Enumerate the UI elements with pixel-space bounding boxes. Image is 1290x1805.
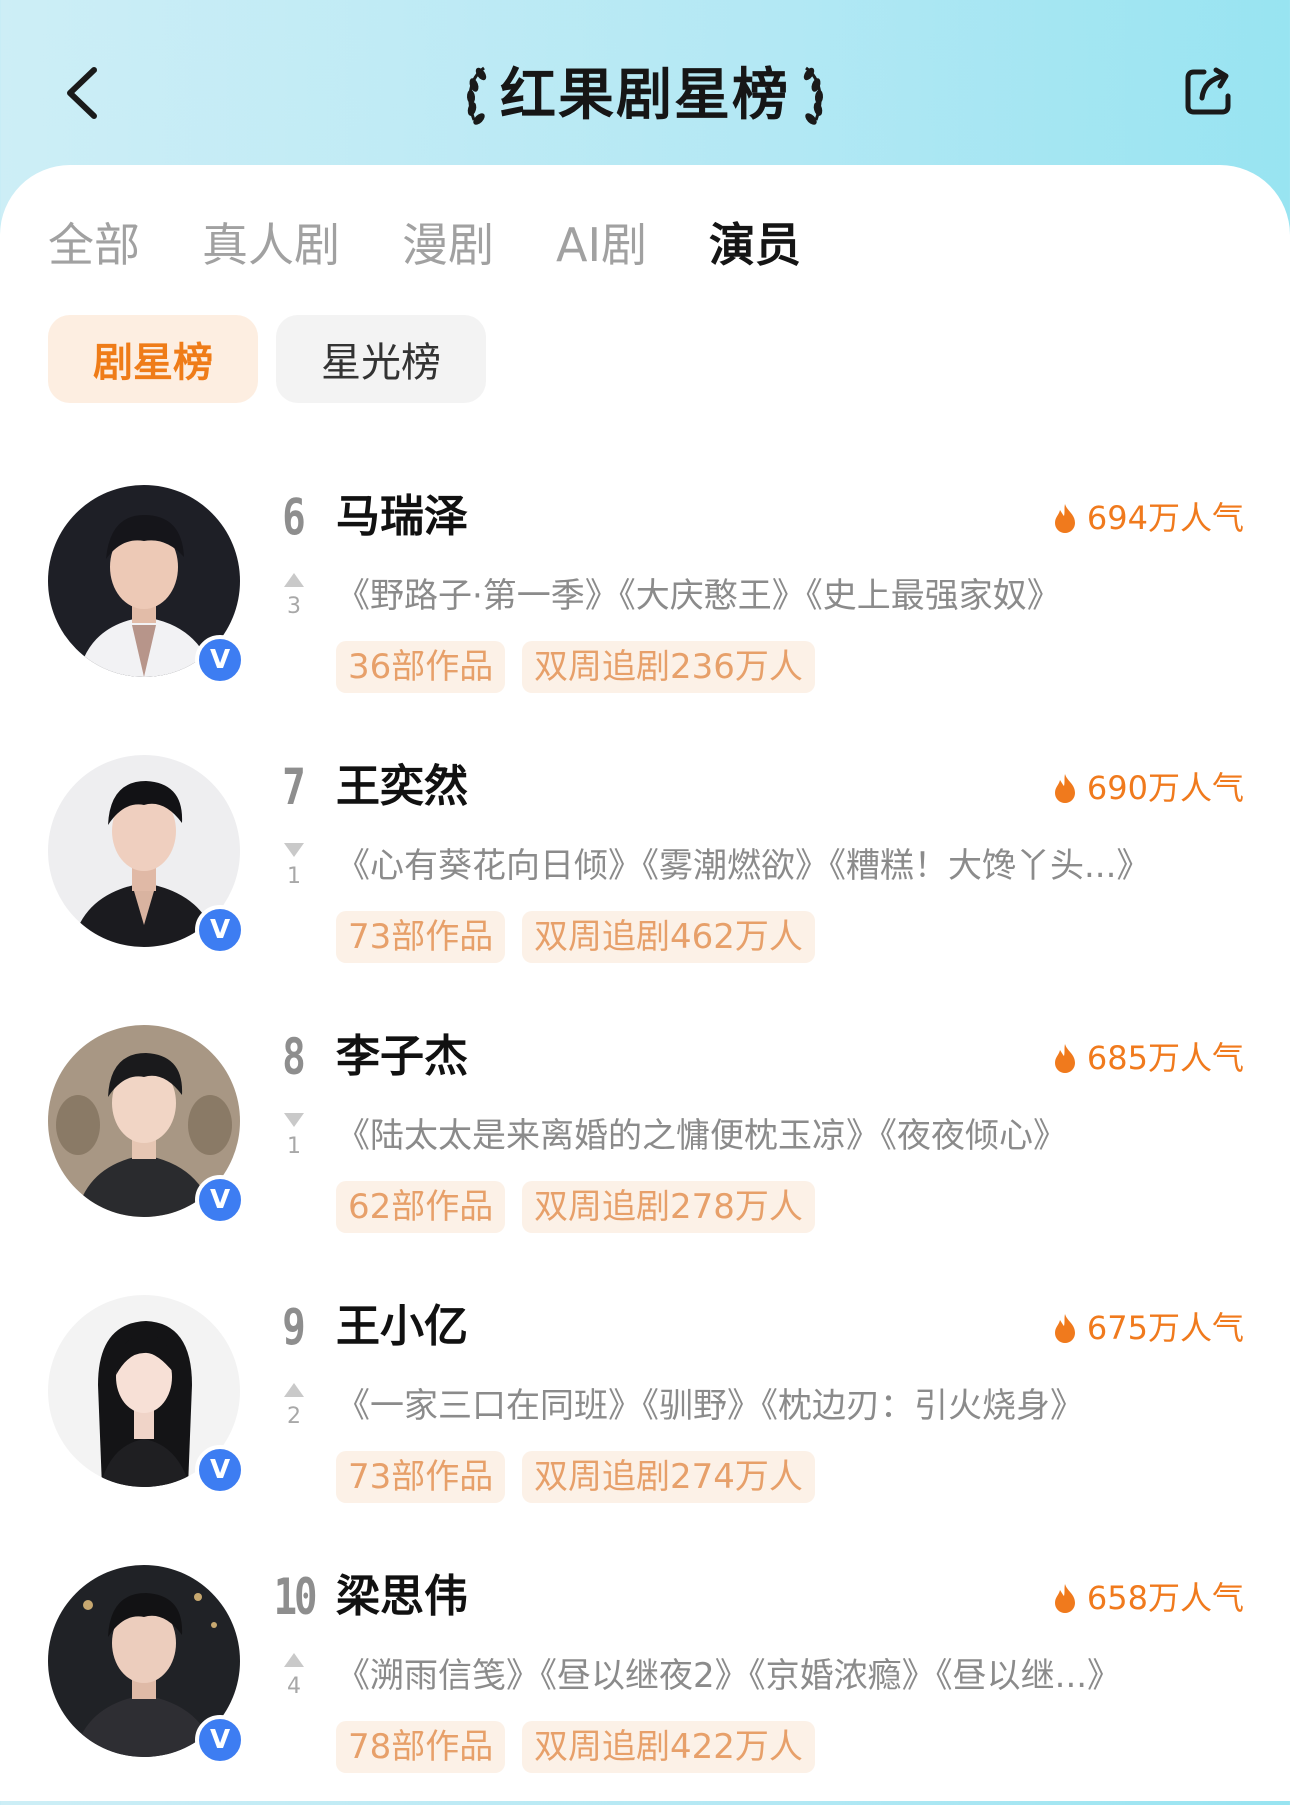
- actor-name[interactable]: 王奕然: [336, 755, 468, 819]
- flame-icon: [1054, 774, 1075, 803]
- works-list[interactable]: 《一家三口在同班》《驯野》《枕边刃：引火烧身》: [336, 1381, 1236, 1431]
- rank-change: 3: [287, 594, 301, 619]
- popularity: 675万人气: [1040, 1305, 1244, 1351]
- list-item[interactable]: V 7 1 王奕然 690万人气 《心有葵花向日倾》《雾潮燃欲》《糟糕！大馋丫头…: [0, 755, 1290, 995]
- tab-actors[interactable]: 演员: [709, 210, 801, 280]
- followers-tag: 双周追剧274万人: [522, 1451, 815, 1503]
- popularity: 690万人气: [1040, 765, 1244, 811]
- followers-tag: 双周追剧236万人: [522, 641, 815, 693]
- popularity-value: 658万人气: [1086, 1579, 1244, 1617]
- verified-badge: V: [195, 1715, 245, 1765]
- rank-change: 4: [287, 1674, 301, 1699]
- list-item[interactable]: V 10 4 梁思伟 658万人气 《溯雨信笺》《昼以继夜2》《京婚浓瘾》《昼以…: [0, 1565, 1290, 1805]
- rank-number: 8: [282, 1028, 306, 1086]
- share-icon: [1185, 67, 1231, 115]
- works-count-tag: 73部作品: [336, 911, 506, 963]
- laurel-right-icon: [803, 66, 824, 125]
- actor-name[interactable]: 王小亿: [336, 1295, 468, 1359]
- rank-down-icon: [284, 1113, 304, 1127]
- popularity: 658万人气: [1040, 1575, 1244, 1621]
- works-count-tag: 36部作品: [336, 641, 506, 693]
- tab-ai-drama[interactable]: AI剧: [556, 210, 647, 280]
- rank-up-icon: [284, 1653, 304, 1667]
- chevron-left-icon: [67, 67, 97, 119]
- works-list[interactable]: 《心有葵花向日倾》《雾潮燃欲》《糟糕！大馋丫头...》: [336, 841, 1236, 891]
- subtab-drama-star-chart[interactable]: 剧星榜: [48, 315, 258, 403]
- followers-tag: 双周追剧278万人: [522, 1181, 815, 1233]
- list-item[interactable]: V 8 1 李子杰 685万人气 《陆太太是来离婚的之慵便枕玉凉》《夜夜倾心》 …: [0, 1025, 1290, 1265]
- rank-up-icon: [284, 573, 304, 587]
- list-item[interactable]: V 6 3 马瑞泽 694万人气 《野路子·第一季》《大庆憨王》《史上最强家奴》…: [0, 485, 1290, 725]
- followers-tag: 双周追剧462万人: [522, 911, 815, 963]
- rank-change: 2: [287, 1404, 301, 1429]
- tab-all[interactable]: 全部: [48, 210, 140, 280]
- rank-number: 10: [273, 1568, 318, 1626]
- popularity-value: 690万人气: [1086, 769, 1244, 807]
- flame-icon: [1054, 504, 1075, 533]
- list-item[interactable]: V 9 2 王小亿 675万人气 《一家三口在同班》《驯野》《枕边刃：引火烧身》…: [0, 1295, 1290, 1535]
- works-list[interactable]: 《陆太太是来离婚的之慵便枕玉凉》《夜夜倾心》: [336, 1111, 1236, 1161]
- flame-icon: [1054, 1584, 1075, 1613]
- tab-live-action[interactable]: 真人剧: [202, 210, 340, 280]
- rank-down-icon: [284, 843, 304, 857]
- popularity-value: 694万人气: [1086, 499, 1244, 537]
- works-count-tag: 78部作品: [336, 1721, 506, 1773]
- followers-tag: 双周追剧422万人: [522, 1721, 815, 1773]
- share-button[interactable]: [1180, 64, 1236, 120]
- back-button[interactable]: [58, 62, 108, 124]
- works-list[interactable]: 《溯雨信笺》《昼以继夜2》《京婚浓瘾》《昼以继...》: [336, 1651, 1236, 1701]
- tab-comic-drama[interactable]: 漫剧: [402, 210, 494, 280]
- actor-name[interactable]: 李子杰: [336, 1025, 468, 1089]
- works-count-tag: 62部作品: [336, 1181, 506, 1233]
- rank-number: 9: [282, 1298, 306, 1356]
- verified-badge: V: [195, 905, 245, 955]
- flame-icon: [1054, 1314, 1075, 1343]
- actor-name[interactable]: 马瑞泽: [336, 485, 468, 549]
- actor-name[interactable]: 梁思伟: [336, 1565, 468, 1629]
- popularity: 685万人气: [1040, 1035, 1244, 1081]
- rank-change: 1: [287, 1134, 301, 1159]
- category-tabs: 全部 真人剧 漫剧 AI剧 演员: [48, 210, 863, 280]
- verified-badge: V: [195, 1445, 245, 1495]
- popularity-value: 685万人气: [1086, 1039, 1244, 1077]
- rank-change: 1: [287, 864, 301, 889]
- page-title: 红果剧星榜: [500, 63, 790, 128]
- works-list[interactable]: 《野路子·第一季》《大庆憨王》《史上最强家奴》: [336, 571, 1236, 621]
- verified-badge: V: [195, 1175, 245, 1225]
- popularity-value: 675万人气: [1086, 1309, 1244, 1347]
- popularity: 694万人气: [1040, 495, 1244, 541]
- rank-number: 7: [282, 758, 306, 816]
- subtab-starlight-chart[interactable]: 星光榜: [276, 315, 486, 403]
- works-count-tag: 73部作品: [336, 1451, 506, 1503]
- rank-number: 6: [282, 488, 306, 546]
- verified-badge: V: [195, 635, 245, 685]
- flame-icon: [1054, 1044, 1075, 1073]
- page-title-group: 红果剧星榜: [455, 58, 835, 134]
- laurel-left-icon: [466, 66, 487, 125]
- rank-up-icon: [284, 1383, 304, 1397]
